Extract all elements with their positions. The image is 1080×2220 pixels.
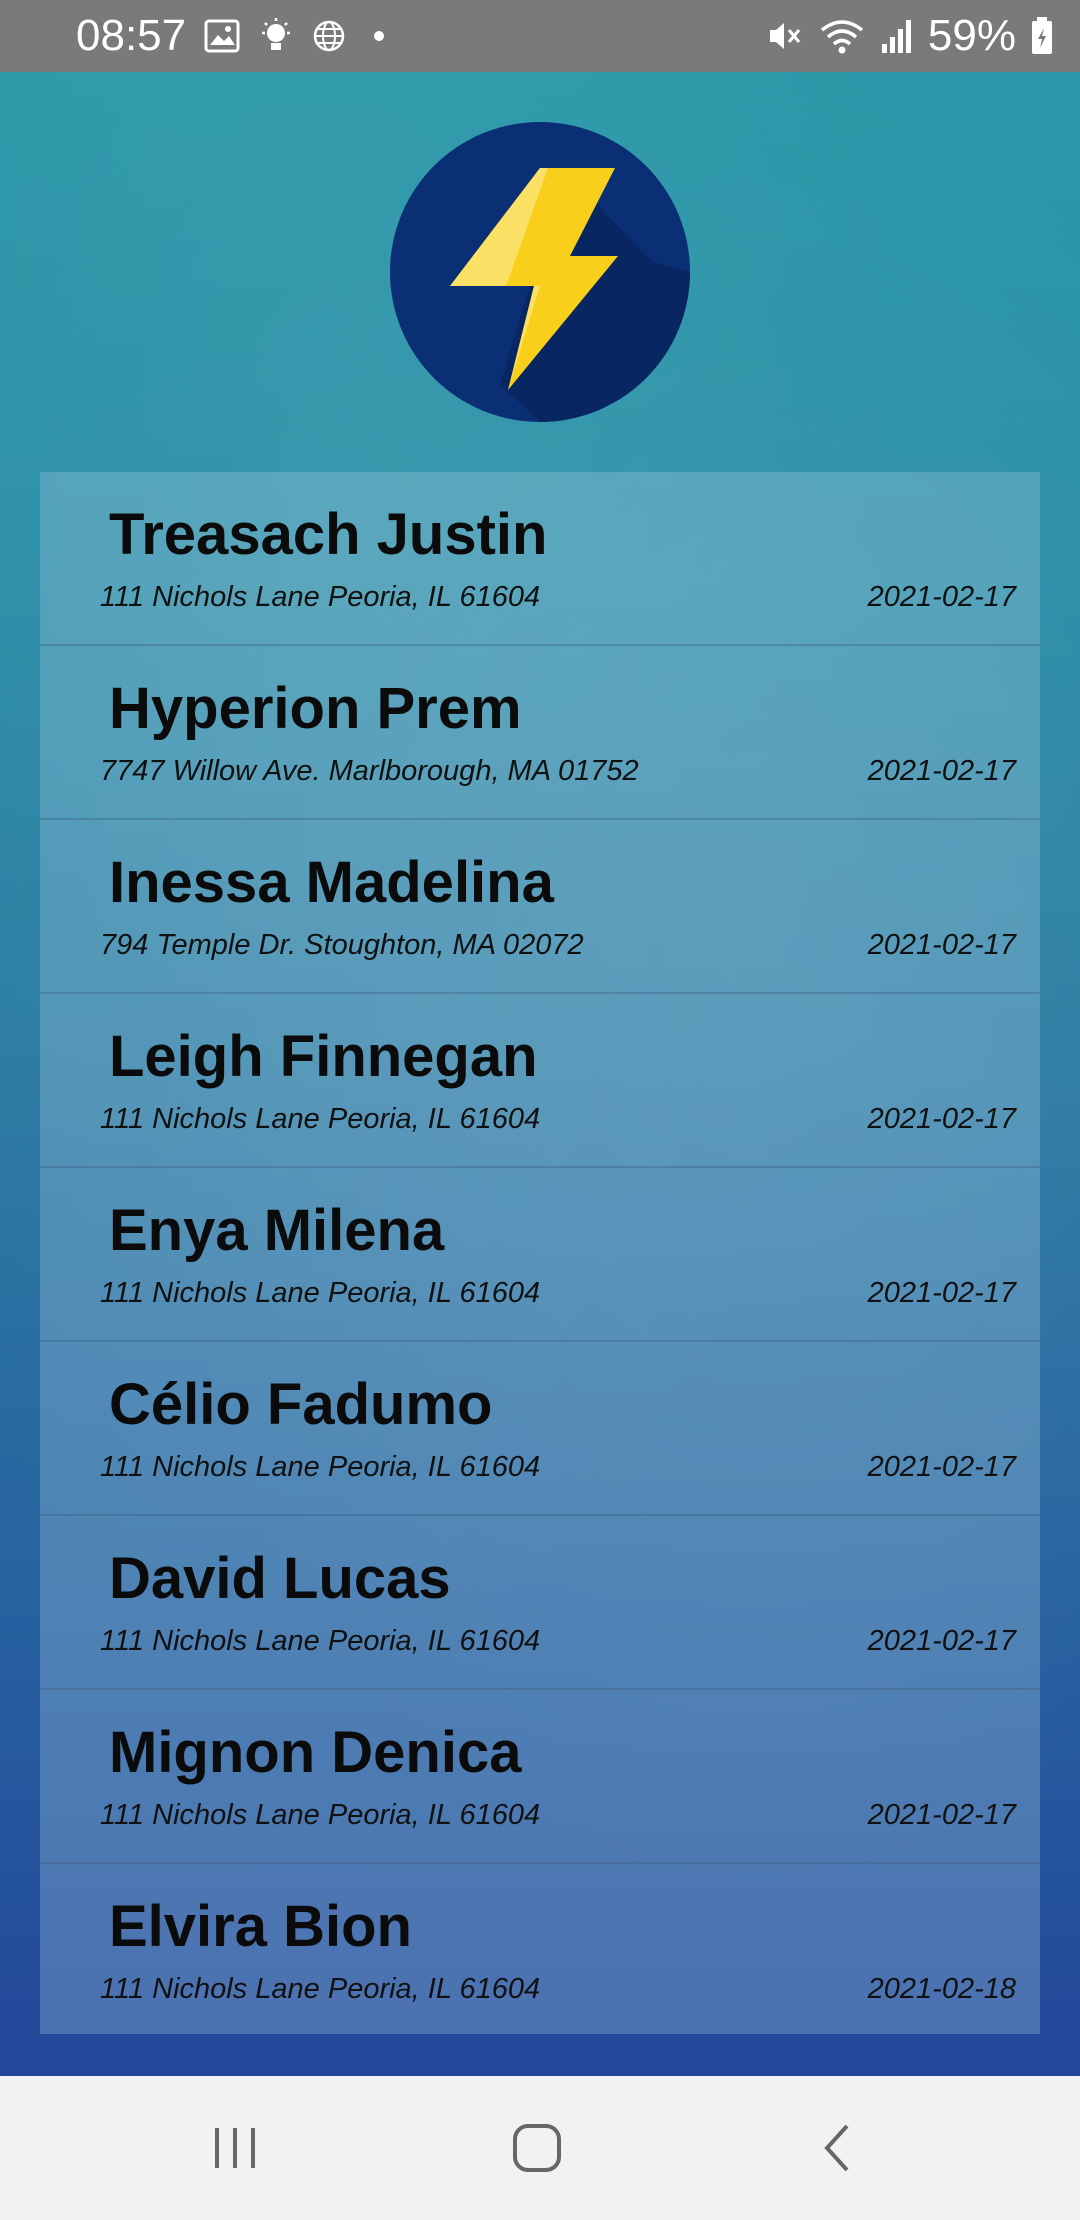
- status-icons-left: [204, 14, 394, 58]
- contact-date: 2021-02-18: [867, 1973, 1016, 2005]
- contact-name: Inessa Madelina: [109, 850, 554, 915]
- status-icons-right: 59%: [764, 10, 1054, 62]
- wifi-icon: [820, 20, 864, 54]
- dot-icon: [374, 31, 384, 41]
- contact-address: 111 Nichols Lane Peoria, IL 61604: [100, 1103, 541, 1135]
- recent-apps-button[interactable]: [185, 2098, 285, 2198]
- contact-date: 2021-02-17: [867, 1799, 1016, 1831]
- contact-address: 7747 Willow Ave. Marlborough, MA 01752: [100, 755, 639, 787]
- app-logo: [390, 122, 690, 422]
- contact-address: 111 Nichols Lane Peoria, IL 61604: [100, 1625, 541, 1657]
- contact-address: 111 Nichols Lane Peoria, IL 61604: [100, 1277, 541, 1309]
- contact-row[interactable]: Enya Milena 111 Nichols Lane Peoria, IL 6…: [40, 1168, 1040, 1342]
- contact-date: 2021-02-17: [867, 1451, 1016, 1483]
- contact-name: Hyperion Prem: [109, 676, 522, 741]
- battery-icon: [1032, 17, 1052, 54]
- contact-row[interactable]: Célio Fadumo 111 Nichols Lane Peoria, IL …: [40, 1342, 1040, 1516]
- lightning-bolt-icon: [390, 122, 690, 422]
- contact-row[interactable]: Inessa Madelina 794 Temple Dr. Stoughton,…: [40, 820, 1040, 994]
- back-icon: [824, 2124, 849, 2172]
- navigation-bar: [0, 2076, 1080, 2220]
- contact-date: 2021-02-17: [867, 755, 1016, 787]
- contact-address: 111 Nichols Lane Peoria, IL 61604: [100, 1451, 541, 1483]
- contact-address: 111 Nichols Lane Peoria, IL 61604: [100, 1973, 541, 2005]
- back-button[interactable]: [789, 2098, 889, 2198]
- contact-row[interactable]: Leigh Finnegan 111 Nichols Lane Peoria, I…: [40, 994, 1040, 1168]
- contact-address: 794 Temple Dr. Stoughton, MA 02072: [100, 929, 584, 961]
- contact-row[interactable]: Mignon Denica 111 Nichols Lane Peoria, IL…: [40, 1690, 1040, 1864]
- contact-name: Elvira Bion: [109, 1894, 412, 1959]
- contact-row[interactable]: Treasach Justin 111 Nichols Lane Peoria, …: [40, 472, 1040, 646]
- contact-date: 2021-02-17: [867, 1103, 1016, 1135]
- contact-address: 111 Nichols Lane Peoria, IL 61604: [100, 1799, 541, 1831]
- contact-name: Leigh Finnegan: [109, 1024, 538, 1089]
- signal-icon: [881, 20, 911, 53]
- lightbulb-icon: [262, 18, 290, 50]
- home-icon: [513, 2124, 561, 2172]
- contact-row[interactable]: Elvira Bion 111 Nichols Lane Peoria, IL 6…: [40, 1864, 1040, 2034]
- mute-icon: [769, 23, 801, 49]
- home-button[interactable]: [487, 2098, 587, 2198]
- contact-row[interactable]: Hyperion Prem 7747 Willow Ave. Marlboroug…: [40, 646, 1040, 820]
- contact-name: Célio Fadumo: [109, 1372, 493, 1437]
- contact-row[interactable]: David Lucas 111 Nichols Lane Peoria, IL 6…: [40, 1516, 1040, 1690]
- recent-apps-icon: [215, 2128, 255, 2168]
- contact-name: David Lucas: [109, 1546, 451, 1611]
- status-time: 08:57: [76, 11, 187, 60]
- status-bar: 08:57 59%: [0, 0, 1080, 72]
- contact-date: 2021-02-17: [867, 929, 1016, 961]
- contact-date: 2021-02-17: [867, 581, 1016, 613]
- contact-address: 111 Nichols Lane Peoria, IL 61604: [100, 581, 541, 613]
- battery-percent: 59%: [927, 11, 1016, 60]
- image-icon: [204, 19, 240, 53]
- contact-name: Mignon Denica: [109, 1720, 522, 1785]
- globe-icon: [313, 20, 345, 52]
- contact-name: Enya Milena: [109, 1198, 445, 1263]
- contact-list[interactable]: Treasach Justin 111 Nichols Lane Peoria, …: [40, 472, 1040, 2034]
- contact-date: 2021-02-17: [867, 1625, 1016, 1657]
- contact-name: Treasach Justin: [109, 502, 548, 567]
- contact-date: 2021-02-17: [867, 1277, 1016, 1309]
